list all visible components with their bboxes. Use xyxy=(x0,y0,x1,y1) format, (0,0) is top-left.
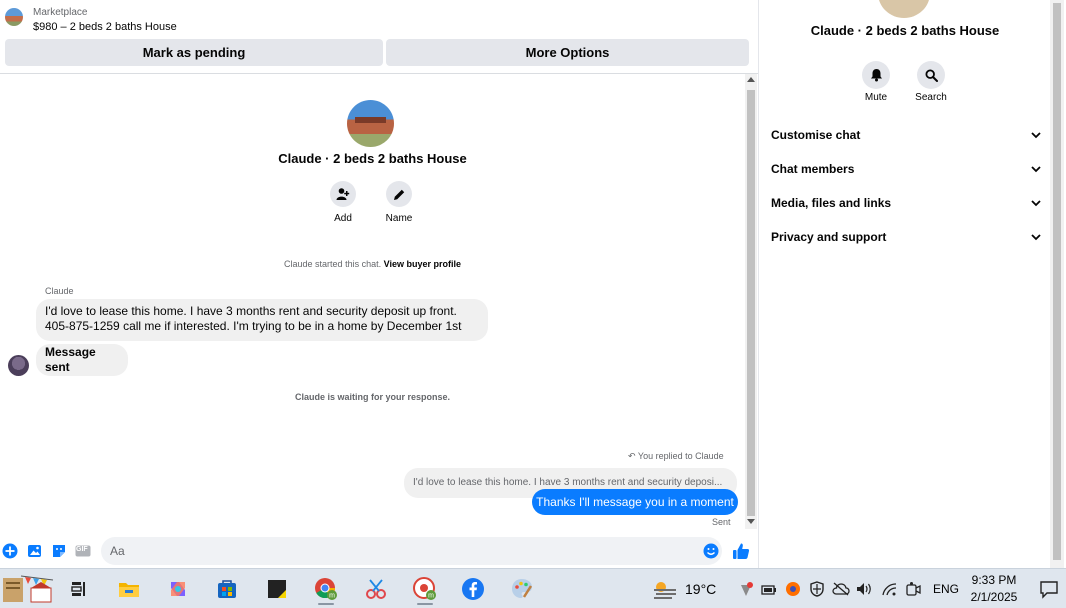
search-label: Search xyxy=(915,92,947,103)
section-chat-members[interactable]: Chat members xyxy=(771,159,1041,179)
paint-icon[interactable] xyxy=(506,574,538,604)
section-label: Privacy and support xyxy=(771,230,887,244)
edit-name-button[interactable] xyxy=(386,181,412,207)
section-label: Chat members xyxy=(771,162,855,176)
marketplace-label: Marketplace xyxy=(33,7,88,18)
sender-avatar[interactable] xyxy=(8,355,29,376)
antivirus-icon[interactable] xyxy=(781,581,805,597)
replied-note: ↶ You replied to Claude xyxy=(628,451,724,462)
mute-button[interactable] xyxy=(862,61,890,89)
message-input[interactable] xyxy=(110,542,690,560)
chat-pane: Marketplace $980 – 2 beds 2 baths House … xyxy=(0,0,758,570)
replied-note-text: You replied to Claude xyxy=(637,451,724,461)
bell-icon xyxy=(870,69,882,82)
chat-title: Claude · 2 beds 2 baths House xyxy=(278,151,467,166)
svg-text:m: m xyxy=(329,593,335,600)
incoming-message-line2: 405-875-1259 call me if interested. I'm … xyxy=(45,319,462,333)
taskbar: m m 19°C ENG 9:33 PM 2/1/2025 xyxy=(0,568,1066,608)
chrome-profile-icon-2[interactable]: m xyxy=(409,574,441,605)
page-scrollbar[interactable] xyxy=(1050,0,1064,570)
security-shield-icon[interactable] xyxy=(805,581,829,597)
microsoft-store-icon[interactable] xyxy=(211,574,243,604)
snipping-tool-icon[interactable] xyxy=(360,574,392,604)
view-buyer-profile-link[interactable]: View buyer profile xyxy=(384,259,461,269)
clock[interactable]: 9:33 PM 2/1/2025 xyxy=(962,572,1026,606)
file-explorer-icon[interactable] xyxy=(113,574,145,604)
pencil-icon xyxy=(393,189,404,200)
wifi-icon[interactable] xyxy=(877,582,901,596)
chat-info-panel: Claude · 2 beds 2 baths House Mute Searc… xyxy=(758,0,1050,570)
volume-icon[interactable] xyxy=(853,582,877,596)
sticky-notes-icon[interactable] xyxy=(261,574,293,604)
copilot-icon[interactable] xyxy=(162,574,194,604)
search-icon xyxy=(924,68,938,82)
composer: GIF xyxy=(0,536,758,566)
started-note-text: Claude started this chat. xyxy=(284,259,382,269)
sticker-icon[interactable] xyxy=(51,543,67,559)
section-privacy-support[interactable]: Privacy and support xyxy=(771,227,1041,247)
incoming-message[interactable]: I'd love to lease this home. I have 3 mo… xyxy=(36,299,488,341)
emoji-icon[interactable] xyxy=(703,543,719,564)
marketplace-header[interactable]: Marketplace $980 – 2 beds 2 baths House xyxy=(0,0,758,38)
sent-status: Sent xyxy=(712,517,731,527)
weather-icon xyxy=(654,582,676,599)
listing-thumbnail[interactable] xyxy=(5,8,23,26)
mark-as-pending-button[interactable]: Mark as pending xyxy=(5,39,383,66)
weather-widget[interactable]: 19°C xyxy=(652,569,716,608)
mute-label: Mute xyxy=(864,92,888,103)
facebook-icon[interactable] xyxy=(457,574,489,604)
chevron-down-icon xyxy=(1031,230,1041,244)
plus-icon[interactable] xyxy=(2,543,18,559)
section-customise-chat[interactable]: Customise chat xyxy=(771,125,1041,145)
message-list[interactable]: Claude · 2 beds 2 baths House Add Name C… xyxy=(0,74,745,529)
section-media-files-links[interactable]: Media, files and links xyxy=(771,193,1041,213)
incoming-message-line1: I'd love to lease this home. I have 3 mo… xyxy=(45,304,457,318)
scroll-up-arrow[interactable] xyxy=(747,77,755,82)
language-indicator[interactable]: ENG xyxy=(933,582,959,596)
search-button[interactable] xyxy=(917,61,945,89)
add-person-icon xyxy=(336,188,350,200)
system-tray: ENG xyxy=(735,569,959,608)
more-options-button[interactable]: More Options xyxy=(386,39,749,66)
chevron-down-icon xyxy=(1031,128,1041,142)
message-input-container xyxy=(101,537,722,565)
page-scrollbar-thumb[interactable] xyxy=(1053,3,1061,560)
svg-text:m: m xyxy=(428,593,434,600)
map-pin-icon[interactable] xyxy=(735,581,757,597)
chat-started-note: Claude started this chat. View buyer pro… xyxy=(0,259,745,269)
waiting-note: Claude is waiting for your response. xyxy=(294,392,451,402)
like-icon[interactable] xyxy=(732,542,750,560)
clock-date: 2/1/2025 xyxy=(970,590,1018,604)
scrollbar-thumb[interactable] xyxy=(747,90,755,516)
battery-icon[interactable] xyxy=(757,583,781,595)
info-title: Claude · 2 beds 2 baths House xyxy=(810,23,1000,38)
sender-name: Claude xyxy=(45,286,74,296)
info-avatar xyxy=(878,0,930,18)
chat-avatar xyxy=(347,100,394,147)
chevron-down-icon xyxy=(1031,162,1041,176)
chevron-down-icon xyxy=(1031,196,1041,210)
task-view-icon[interactable] xyxy=(63,574,95,604)
onedrive-offline-icon[interactable] xyxy=(829,582,853,596)
listing-title[interactable]: $980 – 2 beds 2 baths House xyxy=(33,21,177,33)
photo-icon[interactable] xyxy=(27,543,43,559)
meet-icon[interactable] xyxy=(901,581,925,597)
temperature: 19°C xyxy=(685,581,717,597)
add-label: Add xyxy=(334,213,352,224)
notifications-icon[interactable] xyxy=(1033,574,1065,604)
message-sent-bubble[interactable]: Message sent xyxy=(36,344,128,376)
chat-scrollbar[interactable] xyxy=(745,74,757,529)
reply-arrow-icon: ↶ xyxy=(628,451,636,461)
gif-icon[interactable]: GIF xyxy=(75,543,91,559)
outgoing-message[interactable]: Thanks I'll message you in a moment xyxy=(532,489,738,515)
name-label: Name xyxy=(385,213,413,224)
section-label: Customise chat xyxy=(771,128,861,142)
gif-label: GIF xyxy=(76,546,88,553)
chrome-profile-icon[interactable]: m xyxy=(310,574,342,605)
scroll-down-arrow[interactable] xyxy=(747,519,755,524)
section-label: Media, files and links xyxy=(771,196,892,210)
widgets-icon[interactable] xyxy=(0,574,56,604)
add-people-button[interactable] xyxy=(330,181,356,207)
clock-time: 9:33 PM xyxy=(971,573,1017,587)
